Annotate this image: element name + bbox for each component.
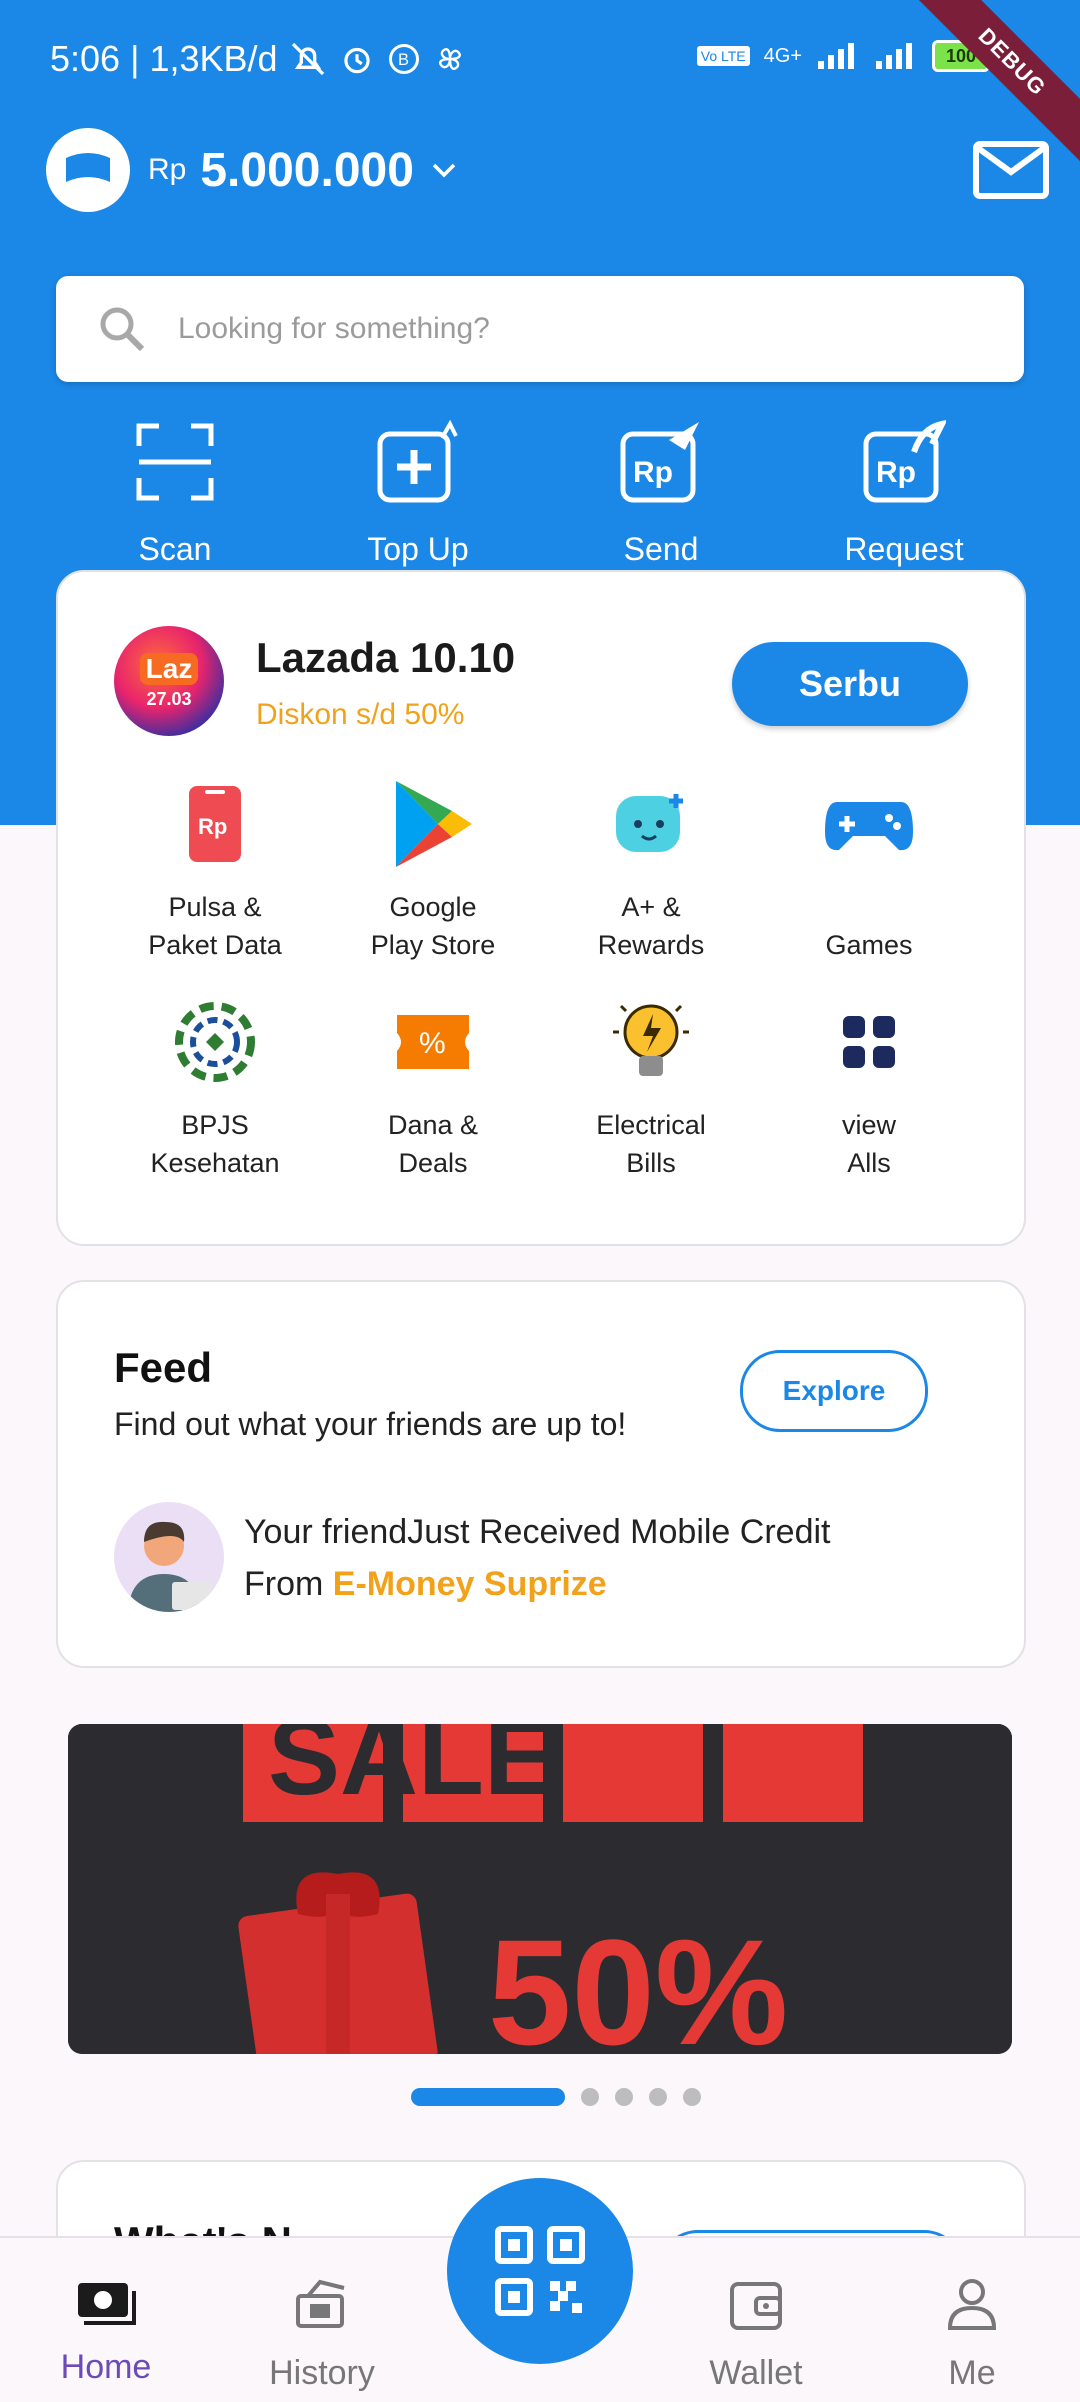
- svg-text:B: B: [398, 51, 409, 69]
- qr-scan-button[interactable]: [447, 2178, 633, 2364]
- scan-button[interactable]: Scan: [55, 415, 295, 568]
- svg-text:Rp: Rp: [198, 814, 227, 839]
- qr-code-icon: [495, 2226, 585, 2316]
- search-icon: [100, 307, 145, 352]
- svg-text:SALE: SALE: [268, 1724, 556, 1817]
- grid-icon: [843, 1016, 895, 1068]
- wallet-logo-icon: [66, 153, 110, 182]
- nav-wallet[interactable]: Wallet: [666, 2274, 846, 2393]
- svg-text:Rp: Rp: [876, 456, 916, 489]
- service-google-play[interactable]: Google Play Store: [324, 774, 542, 964]
- carousel-dot[interactable]: [581, 2088, 599, 2106]
- top-up-button[interactable]: Top Up: [298, 415, 538, 568]
- phone-credit-icon: Rp: [189, 786, 241, 862]
- carousel-indicator[interactable]: [411, 2088, 701, 2106]
- search-input[interactable]: Looking for something?: [56, 276, 1024, 382]
- top-up-icon: [377, 420, 458, 503]
- carousel-dot[interactable]: [615, 2088, 633, 2106]
- alarm-icon: [343, 47, 370, 74]
- service-view-all[interactable]: view Alls: [760, 992, 978, 1182]
- history-icon: [296, 2279, 345, 2328]
- feed-card: Feed Find out what your friends are up t…: [56, 1280, 1026, 1668]
- lightbulb-icon: [613, 1004, 689, 1076]
- top-up-label: Top Up: [367, 531, 469, 567]
- scan-icon: [136, 423, 214, 501]
- carousel-dot[interactable]: [649, 2088, 667, 2106]
- nav-history[interactable]: History: [232, 2274, 412, 2393]
- chevron-down-icon: [432, 163, 456, 178]
- signal-icon-2: [876, 43, 912, 69]
- carousel-dot[interactable]: [683, 2088, 701, 2106]
- service-deals[interactable]: % Dana & Deals: [324, 992, 542, 1182]
- request-icon: Rp: [863, 420, 946, 503]
- promo-title: Lazada 10.10: [256, 634, 516, 681]
- bpjs-icon: [175, 1002, 255, 1082]
- feed-subtitle: Find out what your friends are up to!: [114, 1406, 627, 1442]
- svg-text:50%: 50%: [488, 1908, 788, 2054]
- feed-message: Your friendJust Received Mobile Credit F…: [244, 1513, 831, 1603]
- send-icon: Rp: [620, 422, 699, 503]
- status-time: 5:06: [50, 38, 121, 79]
- service-pulsa[interactable]: Rp Pulsa & Paket Data: [106, 774, 324, 964]
- status-right: Vo LTE 4G+ 100: [696, 40, 995, 72]
- balance-amount: 5.000.000: [200, 143, 414, 197]
- services-card: Laz 27.03 Lazada 10.10 Diskon s/d 50% Se…: [56, 570, 1026, 1246]
- bbm-icon: B: [388, 44, 419, 74]
- currency-label: Rp: [148, 153, 187, 186]
- search-placeholder: Looking for something?: [178, 312, 490, 345]
- serbu-button[interactable]: Serbu: [732, 642, 968, 726]
- svg-text:Rp: Rp: [633, 456, 673, 489]
- balance-selector[interactable]: Rp 5.000.000: [46, 128, 458, 212]
- home-wallet-icon: [78, 2283, 136, 2325]
- user-avatar-icon: [128, 1521, 212, 1612]
- service-bpjs[interactable]: BPJS Kesehatan: [106, 992, 324, 1182]
- inbox-button[interactable]: [972, 140, 1050, 205]
- signal-icon: [818, 43, 854, 69]
- status-bar: 5:06 | 1,3KB/d B Vo LTE 4G+ 100 DEBUG: [0, 0, 1080, 170]
- app-logo: [46, 128, 130, 212]
- service-games[interactable]: Games: [760, 774, 978, 964]
- carousel-dot-active[interactable]: [411, 2088, 565, 2106]
- lazada-logo: Laz 27.03: [114, 626, 224, 736]
- avatar: [114, 1502, 224, 1612]
- explore-button[interactable]: Explore: [740, 1350, 928, 1432]
- rewards-icon: [616, 794, 683, 852]
- mute-icon: [291, 42, 324, 76]
- nav-me[interactable]: Me: [882, 2274, 1062, 2393]
- deals-icon: %: [397, 1015, 469, 1069]
- promo-subtitle: Diskon s/d 50%: [256, 698, 465, 731]
- nav-home[interactable]: Home: [16, 2274, 196, 2387]
- request-label: Request: [844, 531, 964, 567]
- promo-banner[interactable]: SALE 50%: [68, 1724, 1012, 2054]
- wallet-icon: [730, 2282, 782, 2330]
- sale-banner-image: SALE 50%: [68, 1724, 1012, 2054]
- network-type: 4G+: [763, 44, 802, 67]
- person-icon: [947, 2279, 997, 2330]
- gamepad-icon: [825, 802, 913, 851]
- svg-text:%: %: [419, 1027, 446, 1060]
- pinwheel-icon: [438, 48, 461, 70]
- status-left: 5:06 | 1,3KB/d B: [50, 38, 468, 80]
- feed-title: Feed: [114, 1344, 213, 1391]
- network-speed: 1,3KB/d: [149, 38, 278, 79]
- service-electrical-bills[interactable]: Electrical Bills: [542, 992, 760, 1182]
- send-label: Send: [623, 531, 699, 567]
- send-button[interactable]: Rp Send: [541, 415, 781, 568]
- scan-label: Scan: [138, 531, 212, 567]
- mail-icon: [973, 141, 1049, 199]
- request-button[interactable]: Rp Request: [784, 415, 1024, 568]
- volte-badge: Vo LTE: [696, 46, 750, 66]
- google-play-icon: [396, 781, 472, 867]
- feed-highlight[interactable]: E-Money Suprize: [333, 1565, 607, 1603]
- service-rewards[interactable]: A+ & Rewards: [542, 774, 760, 964]
